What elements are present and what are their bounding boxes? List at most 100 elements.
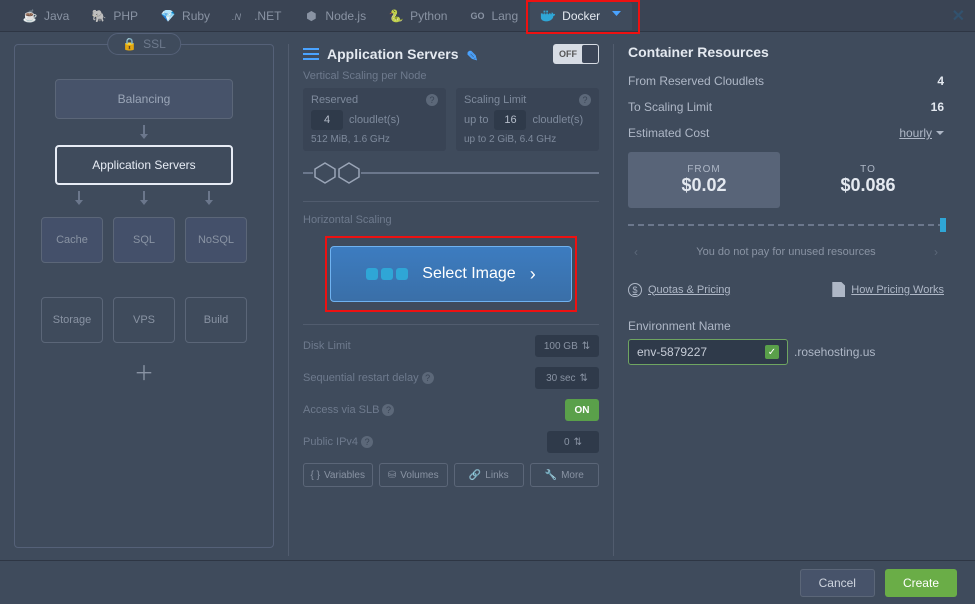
create-button[interactable]: Create: [885, 569, 957, 597]
nodejs-icon: ⬢: [303, 8, 319, 24]
section-title: Application Servers: [327, 46, 459, 62]
tab-php[interactable]: 🐘PHP: [81, 2, 148, 30]
limit-spec: up to 2 GiB, 6.4 GHz: [464, 134, 591, 145]
access-slb-label: Access via SLB: [303, 404, 379, 416]
arrow-down-icon: [139, 125, 149, 139]
cost-separator: [628, 224, 944, 226]
reserved-spec: 512 MiB, 1.6 GHz: [311, 134, 438, 145]
help-icon[interactable]: ?: [426, 94, 438, 106]
wrench-icon: 🔧: [545, 470, 557, 481]
cloudlet-slider[interactable]: [303, 161, 599, 185]
help-icon[interactable]: ?: [382, 404, 394, 416]
cost-to: TO$0.086: [792, 152, 944, 208]
tab-label: Java: [44, 9, 69, 23]
arrow-down-icon: [74, 191, 84, 205]
go-icon: GO: [469, 8, 485, 24]
tab-golang[interactable]: GO Lang: [459, 2, 528, 30]
layer-label: Balancing: [118, 92, 171, 106]
info-next[interactable]: ›: [928, 245, 944, 259]
help-icon[interactable]: ?: [361, 436, 373, 448]
tab-nodejs[interactable]: ⬢Node.js: [293, 2, 376, 30]
add-layer-button[interactable]: ＋: [29, 357, 259, 386]
hex-icon: [337, 161, 361, 185]
help-icon[interactable]: ?: [422, 372, 434, 384]
arrow-down-icon: [204, 191, 214, 205]
to-limit-value: 16: [931, 100, 944, 114]
layer-balancing[interactable]: Balancing: [55, 79, 233, 119]
from-reserved-value: 4: [937, 74, 944, 88]
reserved-stepper[interactable]: 4: [311, 110, 343, 130]
cube-label: VPS: [133, 314, 155, 326]
cube-label: SQL: [133, 234, 155, 246]
cube-label: Storage: [53, 314, 92, 326]
tab-java[interactable]: ☕ Java: [12, 2, 79, 30]
cancel-button[interactable]: Cancel: [800, 569, 875, 597]
tab-label: Python: [410, 9, 447, 23]
reserved-unit: cloudlet(s): [349, 114, 400, 126]
layer-label: Application Servers: [92, 158, 195, 172]
java-icon: ☕: [22, 8, 38, 24]
braces-icon: { }: [311, 470, 320, 481]
close-icon[interactable]: ✕: [952, 6, 965, 26]
reserved-box: Reserved? 4 cloudlet(s) 512 MiB, 1.6 GHz: [303, 88, 446, 151]
info-prev[interactable]: ‹: [628, 245, 644, 259]
chevron-down-icon[interactable]: [612, 11, 622, 21]
dotnet-icon: .N: [232, 8, 248, 24]
layer-storage[interactable]: Storage: [41, 297, 103, 343]
public-ipv4-label: Public IPv4: [303, 436, 358, 448]
stepper-icon: ⇅: [580, 373, 588, 384]
arrow-down-icon: [139, 191, 149, 205]
help-icon[interactable]: ?: [579, 94, 591, 106]
links-button[interactable]: 🔗Links: [454, 463, 524, 487]
docker-icon: [540, 8, 556, 24]
reserved-label: Reserved: [311, 94, 358, 106]
more-button[interactable]: 🔧More: [530, 463, 600, 487]
cost-to-value: $0.086: [792, 175, 944, 196]
tab-python[interactable]: 🐍 Python: [378, 2, 457, 30]
disk-limit-value[interactable]: 100 GB⇅: [535, 335, 599, 357]
tab-label: PHP: [113, 9, 138, 23]
link-icon: 🔗: [469, 470, 481, 481]
ssl-toggle[interactable]: 🔒 SSL: [107, 33, 181, 55]
to-limit-label: To Scaling Limit: [628, 100, 712, 114]
layer-sql[interactable]: SQL: [113, 217, 175, 263]
platform-tabs: ☕ Java 🐘PHP 💎Ruby .N .NET ⬢Node.js 🐍 Python…: [0, 0, 975, 32]
tab-label: .NET: [254, 9, 281, 23]
variables-button[interactable]: { }Variables: [303, 463, 373, 487]
layer-app-servers[interactable]: Application Servers: [55, 145, 233, 185]
dollar-icon: $: [628, 283, 642, 297]
layer-build[interactable]: Build: [185, 297, 247, 343]
limit-stepper[interactable]: 16: [494, 110, 526, 130]
tab-docker[interactable]: Docker: [530, 2, 632, 30]
cube-label: Build: [204, 314, 228, 326]
svg-text:.N: .N: [232, 12, 242, 22]
section-toggle[interactable]: OFF: [553, 44, 599, 64]
env-domain: .rosehosting.us: [794, 345, 875, 359]
quotas-link[interactable]: $Quotas & Pricing: [628, 282, 731, 297]
lock-icon: 🔒: [122, 37, 137, 51]
highlight-select-image: [325, 236, 577, 312]
volumes-button[interactable]: ⛁Volumes: [379, 463, 449, 487]
layer-nosql[interactable]: NoSQL: [185, 217, 247, 263]
limit-unit: cloudlet(s): [532, 114, 583, 126]
tab-ruby[interactable]: 💎Ruby: [150, 2, 220, 30]
access-slb-toggle[interactable]: ON: [565, 399, 599, 421]
layer-vps[interactable]: VPS: [113, 297, 175, 343]
layer-cache[interactable]: Cache: [41, 217, 103, 263]
cube-label: NoSQL: [198, 234, 234, 246]
tab-label: Lang: [491, 9, 518, 23]
pricing-info: You do not pay for unused resources: [696, 238, 875, 266]
edit-icon[interactable]: ✎: [467, 48, 479, 60]
tab-dotnet[interactable]: .N .NET: [222, 2, 291, 30]
pricing-help-link[interactable]: How Pricing Works: [832, 282, 944, 297]
seq-restart-value[interactable]: 30 sec⇅: [535, 367, 599, 389]
limit-box: Scaling Limit? up to16cloudlet(s) up to …: [456, 88, 599, 151]
env-name-input[interactable]: env-5879227 ✓: [628, 339, 788, 365]
check-icon: ✓: [765, 345, 779, 359]
public-ipv4-value[interactable]: 0⇅: [547, 431, 599, 453]
period-dropdown[interactable]: hourly: [899, 126, 944, 140]
seq-restart-label: Sequential restart delay: [303, 372, 419, 384]
stepper-icon: ⇅: [574, 437, 582, 448]
tab-label: Docker: [562, 9, 600, 23]
python-icon: 🐍: [388, 8, 404, 24]
